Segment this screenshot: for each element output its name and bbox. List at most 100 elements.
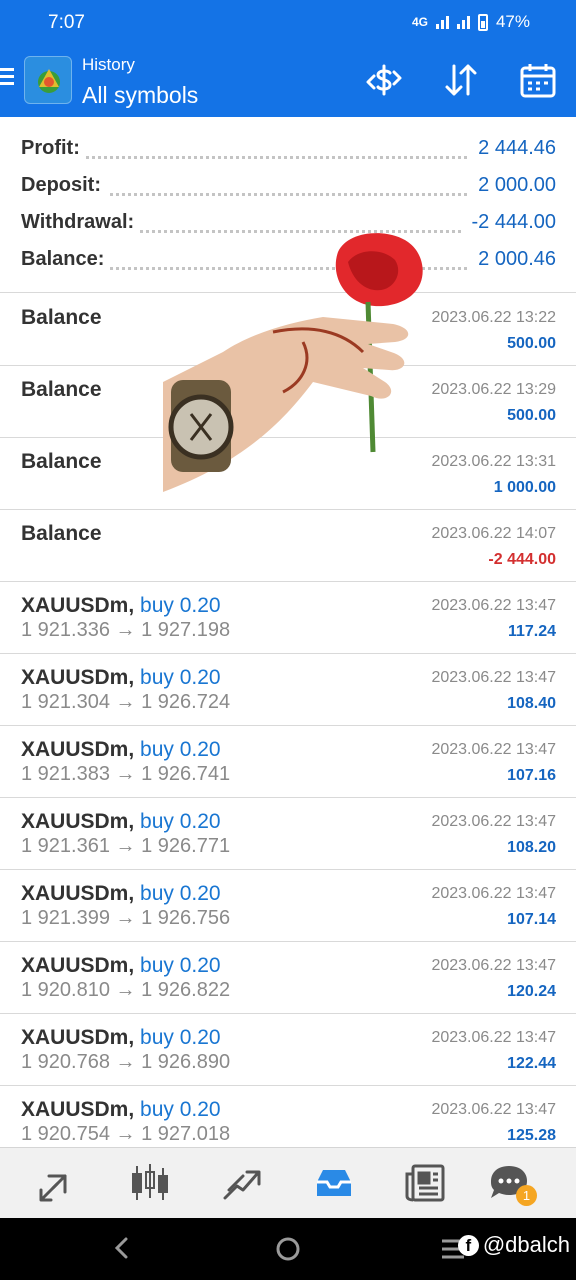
deal-row[interactable]: XAUUSDm, buy 0.20 1 921.304 → 1 926.724 … [0, 654, 576, 726]
deal-row[interactable]: Balance 2023.06.22 13:22 500.00 [0, 294, 576, 366]
summary-label: Balance: [21, 248, 111, 271]
page-title: History [82, 55, 135, 74]
deal-row[interactable]: Balance 2023.06.22 14:07 -2 444.00 [0, 510, 576, 582]
summary-row-profit: Profit: 2 444.46 [21, 137, 556, 167]
deal-title: XAUUSDm, buy 0.20 [21, 954, 221, 977]
deal-date: 2023.06.22 13:47 [431, 1029, 556, 1046]
deal-prices: 1 920.754 → 1 927.018 [21, 1123, 231, 1145]
deal-prices: 1 921.304 → 1 926.724 [21, 691, 231, 713]
summary-label: Withdrawal: [21, 211, 141, 234]
deal-title: XAUUSDm, buy 0.20 [21, 1098, 221, 1121]
deal-prices: 1 921.399 → 1 926.756 [21, 907, 231, 929]
summary-label: Profit: [21, 137, 86, 160]
system-navigation-bar: f @dbalch [0, 1218, 576, 1280]
deal-amount: 108.20 [507, 839, 556, 856]
deal-date: 2023.06.22 13:47 [431, 957, 556, 974]
home-icon[interactable] [275, 1236, 301, 1267]
deal-amount: 107.14 [507, 911, 556, 928]
summary-row-balance: Balance: 2 000.46 [21, 248, 556, 278]
deal-row[interactable]: Balance 2023.06.22 13:29 500.00 [0, 366, 576, 438]
sort-icon[interactable] [441, 60, 481, 100]
deal-date: 2023.06.22 13:31 [431, 453, 556, 470]
trade-icon[interactable] [219, 1160, 265, 1206]
deal-row[interactable]: XAUUSDm, buy 0.20 1 920.810 → 1 926.822 … [0, 942, 576, 1014]
news-icon[interactable] [403, 1160, 449, 1206]
watermark-handle: @dbalch [482, 1232, 570, 1257]
bottom-navigation: 1 [0, 1147, 576, 1218]
deal-date: 2023.06.22 13:47 [431, 1101, 556, 1118]
deal-prices: 1 921.336 → 1 927.198 [21, 619, 231, 641]
deal-date: 2023.06.22 13:29 [431, 381, 556, 398]
calendar-icon[interactable] [518, 60, 558, 100]
deal-row[interactable]: XAUUSDm, buy 0.20 1 921.336 → 1 927.198 … [0, 582, 576, 654]
deal-date: 2023.06.22 13:47 [431, 669, 556, 686]
deal-title: XAUUSDm, buy 0.20 [21, 810, 221, 833]
status-time: 7:07 [48, 12, 85, 33]
summary-panel: Profit: 2 444.46 Deposit: 2 000.00 Withd… [0, 118, 576, 292]
quotes-icon[interactable] [35, 1160, 81, 1206]
status-bar: 7:07 4G 47% [0, 0, 576, 46]
deal-date: 2023.06.22 13:47 [431, 741, 556, 758]
deal-prices: 1 920.810 → 1 926.822 [21, 979, 231, 1001]
battery-level: 47% [495, 12, 530, 31]
deal-prices: 1 921.361 → 1 926.771 [21, 835, 231, 857]
facebook-icon: f [457, 1234, 479, 1256]
deal-amount: 500.00 [507, 407, 556, 424]
deal-title: Balance [21, 522, 102, 545]
deal-amount: 125.28 [507, 1127, 556, 1144]
deal-title: Balance [21, 450, 102, 473]
app-logo-icon [24, 56, 72, 104]
deal-amount: 108.40 [507, 695, 556, 712]
deal-amount: 500.00 [507, 335, 556, 352]
deal-row[interactable]: XAUUSDm, buy 0.20 1 921.383 → 1 926.741 … [0, 726, 576, 798]
deal-amount: 120.24 [507, 983, 556, 1000]
deal-title: XAUUSDm, buy 0.20 [21, 882, 221, 905]
app-bar: History All symbols [0, 46, 576, 117]
deal-amount: 117.24 [507, 623, 556, 640]
messages-icon[interactable]: 1 [487, 1160, 537, 1206]
summary-divider [0, 292, 576, 293]
summary-value: 2 000.00 [470, 174, 556, 197]
summary-row-deposit: Deposit: 2 000.00 [21, 174, 556, 204]
deal-date: 2023.06.22 13:47 [431, 597, 556, 614]
deal-title: XAUUSDm, buy 0.20 [21, 666, 221, 689]
summary-row-withdrawal: Withdrawal: -2 444.00 [21, 211, 556, 241]
top-bar: 7:07 4G 47% History All symbols [0, 0, 576, 117]
deal-prices: 1 920.768 → 1 926.890 [21, 1051, 231, 1073]
watermark: f @dbalch [457, 1232, 570, 1258]
chart-icon[interactable] [127, 1160, 173, 1206]
deal-title: XAUUSDm, buy 0.20 [21, 594, 221, 617]
summary-value: -2 444.00 [463, 211, 556, 234]
summary-value: 2 000.46 [470, 248, 556, 271]
summary-label: Deposit: [21, 174, 107, 197]
history-icon[interactable] [311, 1160, 357, 1206]
back-icon[interactable] [110, 1236, 134, 1265]
deal-prices: 1 921.383 → 1 926.741 [21, 763, 231, 785]
deal-title: Balance [21, 378, 102, 401]
deal-title: XAUUSDm, buy 0.20 [21, 1026, 221, 1049]
deal-row[interactable]: Balance 2023.06.22 13:31 1 000.00 [0, 438, 576, 510]
battery-icon [477, 13, 488, 31]
deal-amount: 107.16 [507, 767, 556, 784]
deal-title: Balance [21, 306, 102, 329]
deal-date: 2023.06.22 14:07 [431, 525, 556, 542]
deal-title: XAUUSDm, buy 0.20 [21, 738, 221, 761]
deals-list: Balance 2023.06.22 13:22 500.00 Balance … [0, 294, 576, 1158]
deal-date: 2023.06.22 13:47 [431, 813, 556, 830]
deal-row[interactable]: XAUUSDm, buy 0.20 1 921.361 → 1 926.771 … [0, 798, 576, 870]
deal-amount: -2 444.00 [488, 551, 556, 568]
deal-amount: 1 000.00 [493, 479, 556, 496]
signal-icon-2 [456, 15, 470, 29]
status-indicators: 4G 47% [412, 12, 530, 32]
network-type: 4G [411, 15, 428, 29]
deal-date: 2023.06.22 13:47 [431, 885, 556, 902]
symbol-filter[interactable]: All symbols [82, 82, 198, 109]
deal-row[interactable]: XAUUSDm, buy 0.20 1 920.768 → 1 926.890 … [0, 1014, 576, 1086]
menu-icon[interactable] [0, 68, 16, 88]
deal-amount: 122.44 [507, 1055, 556, 1072]
signal-icon [435, 15, 449, 29]
currency-exchange-icon[interactable] [364, 60, 404, 100]
deal-row[interactable]: XAUUSDm, buy 0.20 1 921.399 → 1 926.756 … [0, 870, 576, 942]
deal-date: 2023.06.22 13:22 [431, 309, 556, 326]
messages-badge: 1 [516, 1185, 537, 1206]
